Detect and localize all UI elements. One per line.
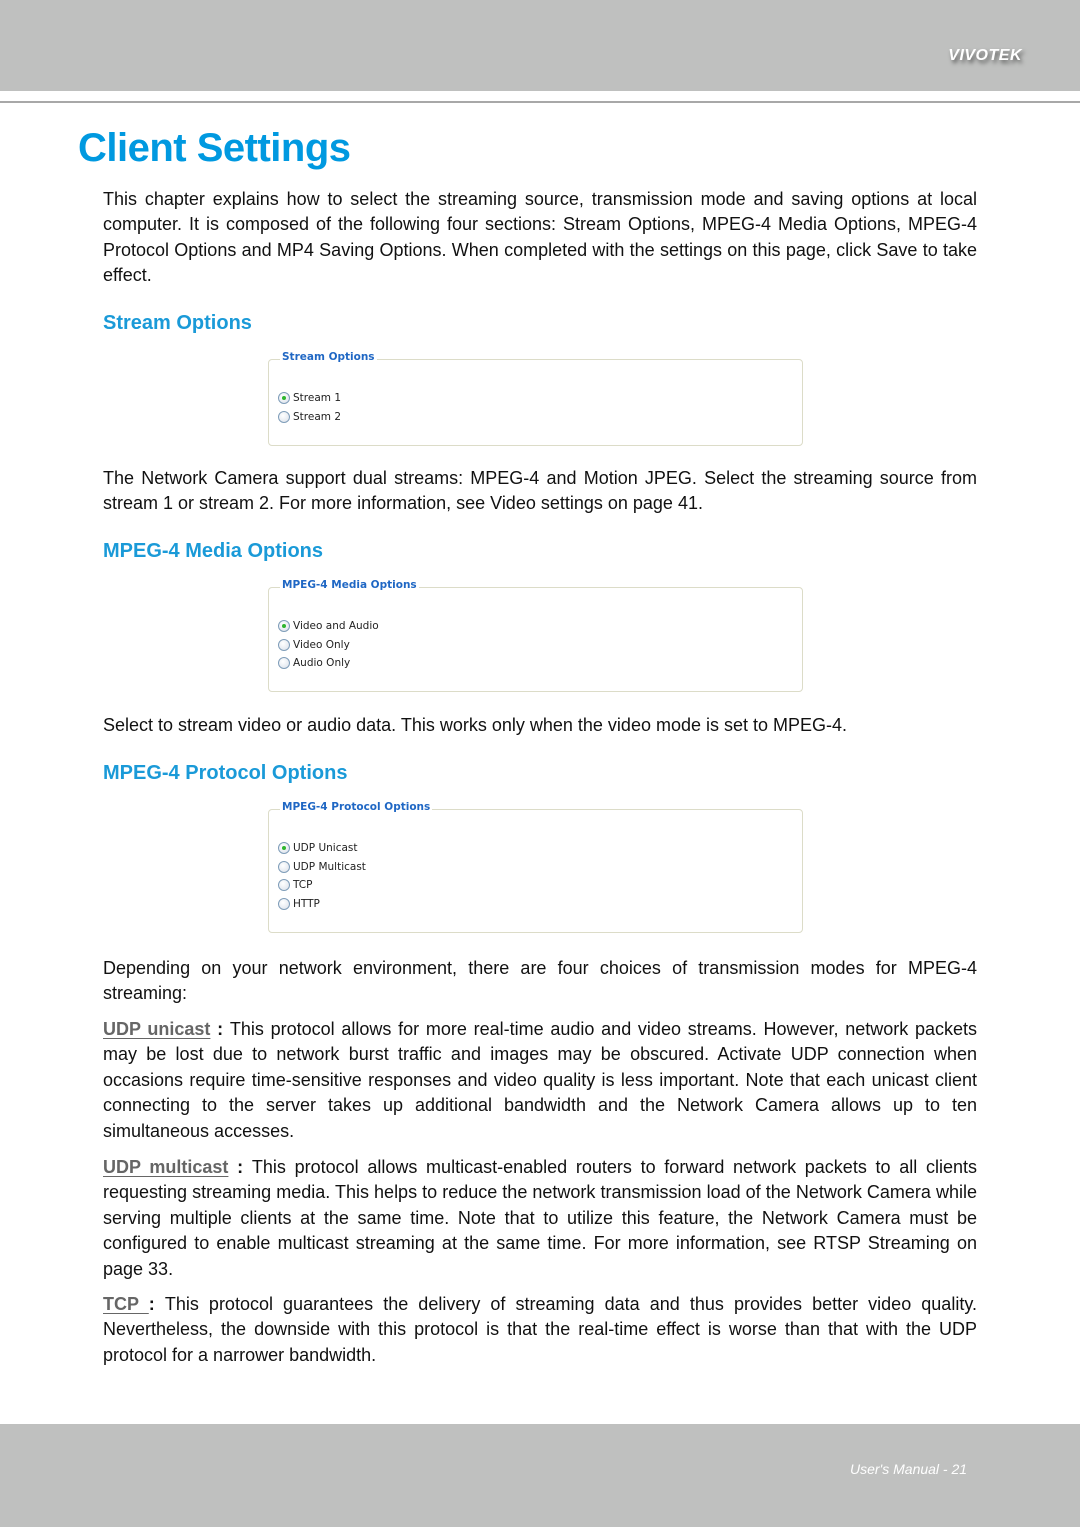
radio-tcp[interactable]: TCP <box>278 876 366 895</box>
media-radio-group: Video and Audio Video Only Audio Only <box>278 617 379 673</box>
term-text: This protocol allows for more real-time … <box>103 1019 978 1141</box>
section-heading-media-options: MPEG-4 Media Options <box>103 540 324 562</box>
radio-video-only[interactable]: Video Only <box>278 636 379 655</box>
radio-checked-icon[interactable] <box>278 392 290 405</box>
term-label: UDP unicast <box>103 1019 211 1039</box>
radio-unchecked-icon[interactable] <box>278 638 290 651</box>
header-divider <box>0 101 1080 103</box>
panel-legend: MPEG-4 Media Options <box>280 579 419 591</box>
term-separator: : <box>148 1294 165 1314</box>
term-label: TCP <box>103 1294 149 1314</box>
stream-options-panel: Stream Options Stream 1 Stream 2 <box>268 351 803 446</box>
term-separator: : <box>228 1157 252 1177</box>
radio-unchecked-icon[interactable] <box>278 410 290 423</box>
radio-udp-multicast[interactable]: UDP Multicast <box>278 858 366 877</box>
radio-unchecked-icon[interactable] <box>278 879 290 892</box>
radio-label: Video and Audio <box>293 620 379 633</box>
radio-label: Stream 1 <box>293 392 342 405</box>
radio-label: Audio Only <box>293 657 351 670</box>
brand-logo: VIVOTEK <box>948 47 1022 64</box>
media-options-panel: MPEG-4 Media Options Video and Audio Vid… <box>268 579 803 692</box>
media-description: Select to stream video or audio data. Th… <box>103 715 848 735</box>
radio-http[interactable]: HTTP <box>278 895 366 914</box>
protocol-options-panel: MPEG-4 Protocol Options UDP Unicast UDP … <box>268 801 803 933</box>
radio-label: UDP Unicast <box>293 842 358 855</box>
radio-label: Video Only <box>293 638 350 651</box>
radio-label: Stream 2 <box>293 410 342 423</box>
panel-legend: Stream Options <box>280 351 377 363</box>
section-heading-protocol-options: MPEG-4 Protocol Options <box>103 762 348 784</box>
header-band: VIVOTEK <box>0 0 1080 91</box>
radio-stream-2[interactable]: Stream 2 <box>278 408 341 427</box>
term-separator: : <box>210 1019 230 1039</box>
protocol-description: Depending on your network environment, t… <box>103 958 977 1004</box>
panel-legend: MPEG-4 Protocol Options <box>280 801 433 813</box>
radio-udp-unicast[interactable]: UDP Unicast <box>278 839 366 858</box>
radio-checked-icon[interactable] <box>278 620 290 633</box>
radio-unchecked-icon[interactable] <box>278 860 290 873</box>
stream-description: The Network Camera support dual streams:… <box>103 468 977 514</box>
radio-audio-only[interactable]: Audio Only <box>278 654 379 673</box>
radio-label: TCP <box>293 879 313 892</box>
radio-label: HTTP <box>293 897 320 910</box>
intro-paragraph: This chapter explains how to select the … <box>103 189 977 286</box>
page-footer: User's Manual - 21 <box>850 1461 968 1477</box>
radio-video-and-audio[interactable]: Video and Audio <box>278 617 379 636</box>
term-tcp: TCP : This protocol guarantees the deliv… <box>103 1292 977 1368</box>
term-text: This protocol guarantees the delivery of… <box>103 1294 977 1365</box>
radio-unchecked-icon[interactable] <box>278 657 290 670</box>
radio-unchecked-icon[interactable] <box>278 897 290 910</box>
radio-label: UDP Multicast <box>293 860 366 873</box>
term-udp-unicast: UDP unicast : This protocol allows for m… <box>103 1017 977 1144</box>
term-udp-multicast: UDP multicast : This protocol allows mul… <box>103 1155 977 1282</box>
radio-checked-icon[interactable] <box>278 842 290 855</box>
section-heading-stream-options: Stream Options <box>103 312 252 334</box>
term-label: UDP multicast <box>103 1157 229 1177</box>
radio-stream-1[interactable]: Stream 1 <box>278 389 341 408</box>
stream-radio-group: Stream 1 Stream 2 <box>278 389 341 426</box>
protocol-radio-group: UDP Unicast UDP Multicast TCP HTTP <box>278 839 366 913</box>
page-title: Client Settings <box>78 126 351 170</box>
